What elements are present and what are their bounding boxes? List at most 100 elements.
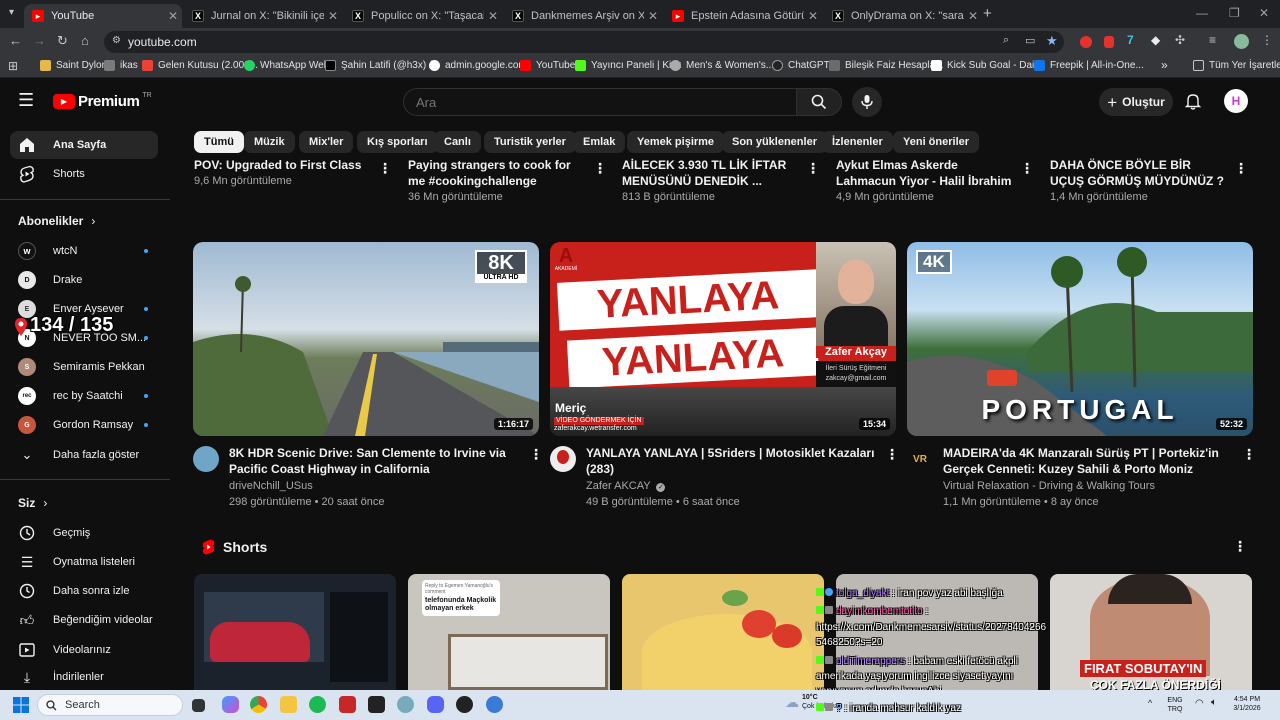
reading-list-icon[interactable]: ≡ [1209, 33, 1216, 47]
app-icon[interactable] [339, 696, 356, 713]
extensions-puzzle-icon[interactable]: ✣ [1175, 33, 1185, 47]
chip-real-estate[interactable]: Emlak [573, 131, 626, 153]
channel-avatar[interactable] [193, 446, 219, 472]
wifi-icon[interactable]: ◠ [1195, 698, 1204, 709]
channel-name[interactable]: Zafer AKCAY [586, 480, 650, 492]
chip-winter-sports[interactable]: Kış sporları [357, 131, 438, 153]
sidebar-item-downloads[interactable]: ⤓ İndirilenler [10, 665, 158, 689]
video-title[interactable]: POV: Upgraded to First Class ✈ [194, 157, 364, 173]
channel-avatar[interactable] [550, 446, 576, 472]
video-menu-icon[interactable]: ⋮ [1234, 160, 1248, 177]
apps-grid-icon[interactable]: ⊞ [8, 59, 18, 73]
chip-mixes[interactable]: Mix'ler [299, 131, 354, 153]
app-icon[interactable] [397, 696, 414, 713]
clock[interactable]: 4:54 PM 3/1/2026 [1226, 695, 1268, 713]
video-menu-icon[interactable]: ⋮ [593, 160, 607, 177]
cast-icon[interactable]: ▭ [1025, 34, 1035, 47]
video-menu-icon[interactable]: ⋮ [1020, 160, 1034, 177]
bookmark-star-icon[interactable]: ★ [1046, 33, 1058, 49]
tab-x-jurnal[interactable]: X Jurnal on X: "Bikinili içerikleri ✕ [184, 4, 342, 28]
video-menu-icon[interactable]: ⋮ [529, 446, 543, 463]
account-avatar[interactable]: H [1224, 89, 1248, 113]
bookmark-item[interactable]: Yayıncı Paneli | Kick [575, 60, 681, 71]
sidebar-sub-gordon-ramsay[interactable]: G Gordon Ramsay [10, 411, 158, 439]
file-explorer-icon[interactable] [280, 696, 297, 713]
video-title[interactable]: MADEIRA'da 4K Manzaralı Sürüş PT | Porte… [943, 445, 1243, 477]
video-title[interactable]: Paying strangers to cook for me #cooking… [408, 157, 584, 189]
reload-icon[interactable]: ↻ [57, 33, 68, 49]
video-title[interactable]: YANLAYA YANLAYA | 5Sriders | Motosiklet … [586, 445, 886, 477]
chip-cooking[interactable]: Yemek pişirme [627, 131, 725, 153]
search-button[interactable] [796, 88, 842, 116]
sidebar-item-your-videos[interactable]: Videolarınız [10, 636, 158, 664]
channel-name[interactable]: Virtual Relaxation - Driving & Walking T… [943, 480, 1155, 492]
chrome-icon[interactable] [250, 696, 267, 713]
discord-icon[interactable] [427, 696, 444, 713]
zoom-icon[interactable]: ⌕ [1003, 34, 1009, 47]
subscriptions-header[interactable]: Abonelikler › [18, 214, 95, 228]
chip-live[interactable]: Canlı [434, 131, 481, 153]
short-thumbnail[interactable]: FIRAT SOBUTAY'IN ÇOK FAZLA ÖNERDİĞİ [1050, 574, 1252, 690]
video-menu-icon[interactable]: ⋮ [378, 160, 392, 177]
back-icon[interactable]: ← [9, 33, 22, 48]
app-icon[interactable] [368, 696, 385, 713]
browser-menu-icon[interactable]: ⋮ [1261, 33, 1273, 47]
volume-icon[interactable]: 🔈︎ [1211, 697, 1217, 708]
video-menu-icon[interactable]: ⋮ [885, 446, 899, 463]
app-icon[interactable] [456, 696, 473, 713]
sidebar-sub-drake[interactable]: D Drake [10, 266, 158, 294]
video-menu-icon[interactable]: ⋮ [806, 160, 820, 177]
sidebar-item-shorts[interactable]: Shorts [10, 160, 158, 188]
video-thumbnail[interactable]: 8K ULTRA HD 1:16:17 [193, 242, 539, 436]
sidebar-item-liked-videos[interactable]: 👍︎ Beğendiğim videolar [10, 606, 158, 634]
close-tab-icon[interactable]: ✕ [644, 9, 662, 23]
video-title[interactable]: AİLECEK 3.930 TL LİK İFTAR MENÜSÜNÜ DENE… [622, 157, 798, 189]
language-indicator[interactable]: ENG TRQ [1164, 696, 1186, 714]
sidebar-show-more[interactable]: ⌄ Daha fazla göster [10, 441, 158, 469]
restore-icon[interactable]: ❐ [1229, 6, 1240, 20]
sidebar-item-home[interactable]: Ana Sayfa [10, 131, 158, 159]
video-title[interactable]: 8K HDR Scenic Drive: San Clemente to Irv… [229, 445, 529, 477]
hamburger-menu-icon[interactable]: ☰ [18, 91, 34, 109]
channel-name[interactable]: driveNchill_USus [229, 480, 313, 492]
copilot-icon[interactable] [222, 696, 239, 713]
short-thumbnail[interactable] [622, 574, 824, 690]
address-bar[interactable]: ⚙ youtube.com ⌕ ▭ ★ [104, 31, 1064, 53]
site-info-icon[interactable]: ⚙ [112, 35, 121, 46]
chip-watched[interactable]: İzlenenler [822, 131, 893, 153]
tab-youtube[interactable]: ▸ YouTube ✕ [24, 4, 182, 28]
sidebar-sub-wtcn[interactable]: w wtcN [10, 237, 158, 265]
sidebar-item-history[interactable]: Geçmiş [10, 519, 158, 547]
forward-icon[interactable]: → [33, 33, 46, 48]
windows-start-icon[interactable] [13, 697, 29, 713]
minimize-icon[interactable]: — [1196, 6, 1208, 20]
tab-x-populicc[interactable]: X Populicc on X: "Taşacak Bu Den ✕ [344, 4, 502, 28]
all-bookmarks-button[interactable]: Tüm Yer İşaretleri [1193, 60, 1280, 71]
new-tab-button[interactable]: + [983, 5, 992, 22]
notifications-bell-icon[interactable] [1184, 92, 1202, 110]
chip-tourist-places[interactable]: Turistik yerler [484, 131, 576, 153]
shorts-menu-icon[interactable]: ⋮ [1233, 538, 1247, 555]
sidebar-sub-rec-by-saatchi[interactable]: rec rec by Saatchi [10, 382, 158, 410]
sidebar-item-playlists[interactable]: ☰ Oynatma listeleri [10, 548, 158, 576]
video-title[interactable]: DAHA ÖNCE BÖYLE BİR UÇUŞ GÖRMÜŞ MÜYDÜNÜZ… [1050, 157, 1226, 189]
extension-diamond-icon[interactable]: ◆ [1151, 33, 1160, 47]
tab-x-onlydrama[interactable]: X OnlyDrama on X: "sarasua adı ✕ [824, 4, 982, 28]
bookmark-item[interactable]: Kick Sub Goal - Dail... [931, 60, 1045, 71]
bookmark-item[interactable]: admin.google.com [429, 60, 527, 71]
video-thumbnail[interactable]: A AKADEMİ YANLAYA YANLAYA Zafer Akçay İl… [550, 242, 896, 436]
bookmark-item[interactable]: WhatsApp Web [244, 60, 329, 71]
bookmark-item[interactable]: Freepik | All-in-One... [1034, 60, 1144, 71]
tray-chevron-icon[interactable]: ^ [1148, 698, 1152, 708]
close-tab-icon[interactable]: ✕ [324, 9, 342, 23]
bookmark-item[interactable]: Bileşik Faiz Hesapla... [829, 60, 943, 71]
search-input[interactable] [416, 95, 776, 110]
short-thumbnail[interactable] [194, 574, 396, 690]
sidebar-sub-semiramis-pekkan[interactable]: S Semiramis Pekkan [10, 353, 158, 381]
channel-avatar[interactable]: VR [907, 446, 933, 472]
close-tab-icon[interactable]: ✕ [804, 9, 822, 23]
close-tab-icon[interactable]: ✕ [484, 9, 502, 23]
app-icon[interactable] [486, 696, 503, 713]
close-window-icon[interactable]: ✕ [1259, 6, 1269, 20]
chip-all[interactable]: Tümü [194, 131, 244, 153]
